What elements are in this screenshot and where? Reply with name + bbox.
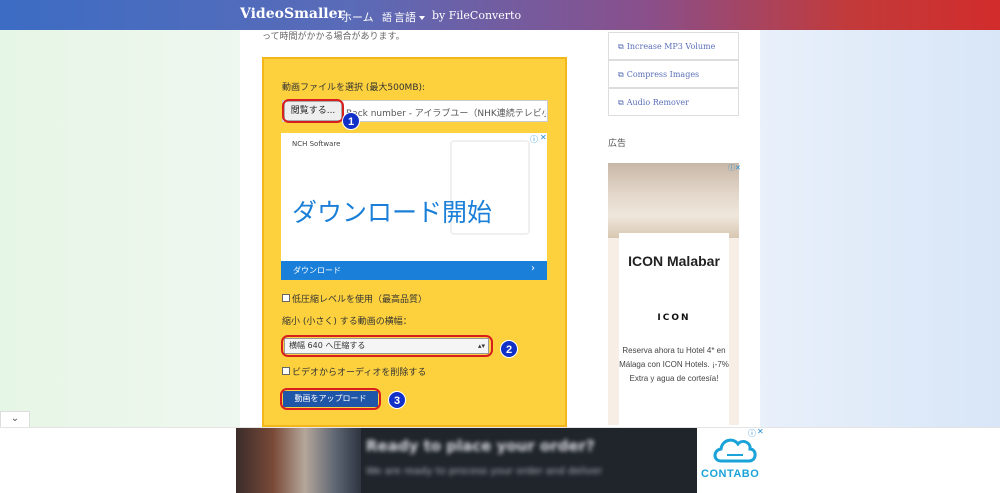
low-compression-checkbox[interactable] xyxy=(282,294,290,302)
sidebar-ad-info-icon[interactable]: ⓘ✕ xyxy=(728,163,741,173)
bottom-ad-headline: Ready to place your order? xyxy=(366,437,595,455)
low-compression-label: 低圧縮レベルを使用（最高品質） xyxy=(292,295,428,305)
nav-language-label: 言語 xyxy=(394,11,416,24)
external-link-icon: ⧉ xyxy=(618,98,624,107)
sidebar-ad-logo: ICON xyxy=(657,313,691,323)
bottom-ad-subtext: We are ready to process your order and d… xyxy=(366,466,603,477)
remove-audio-checkbox[interactable] xyxy=(282,367,290,375)
step-marker-1: 1 xyxy=(342,112,360,130)
ad-close-icon[interactable]: ✕ xyxy=(540,133,547,142)
highlight-upload xyxy=(280,388,381,410)
file-select-label: 動画ファイルを選択 (最大500MB): xyxy=(282,83,426,93)
sidebar-link-increase-mp3-volume[interactable]: ⧉ Increase MP3 Volume xyxy=(608,32,739,60)
external-link-icon: ⧉ xyxy=(618,70,624,79)
remove-audio-label: ビデオからオーディオを削除する xyxy=(292,368,427,378)
step-marker-2: 2 xyxy=(500,340,518,358)
contabo-brand: CONTABO xyxy=(701,468,760,480)
ad-download-button[interactable]: ダウンロード › xyxy=(281,261,547,280)
sidebar-link-label: Audio Remover xyxy=(626,98,689,107)
sidebar-link-compress-images[interactable]: ⧉ Compress Images xyxy=(608,60,739,88)
chevron-right-icon: › xyxy=(531,263,535,274)
external-link-icon: ⧉ xyxy=(618,42,624,51)
sidebar-link-audio-remover[interactable]: ⧉ Audio Remover xyxy=(608,88,739,116)
sidebar-ad-body: Reserva ahora tu Hotel 4* en Málaga con … xyxy=(619,346,729,383)
bottom-ad-info-icon[interactable]: ⓘ xyxy=(748,428,756,439)
ad-info-icon[interactable]: ⓘ xyxy=(530,134,538,145)
brand-logo[interactable]: VideoSmaller xyxy=(240,6,345,22)
intro-text: って時間がかかる場合があります。 xyxy=(262,32,405,42)
sidebar-link-label: Increase MP3 Volume xyxy=(626,42,716,51)
width-label: 縮小 (小さく) する動画の横幅： xyxy=(282,317,412,327)
bottom-ad-image xyxy=(236,428,361,493)
ad-headline: ダウンロード開始 xyxy=(292,198,493,227)
collapse-ad-button[interactable]: ⌄ xyxy=(0,411,30,427)
highlight-width-select xyxy=(281,335,493,357)
nav-fileconverto-link[interactable]: by FileConverto xyxy=(432,9,521,22)
chevron-down-icon: ⌄ xyxy=(10,413,20,424)
nav-home-link[interactable]: ホーム xyxy=(341,9,374,25)
sidebar-ad-photo xyxy=(608,163,739,238)
ad-sponsor-label: NCH Software xyxy=(292,140,341,148)
caret-down-icon xyxy=(419,16,425,20)
top-navbar: VideoSmaller ホーム 語言語 by FileConverto xyxy=(0,0,1000,30)
selected-file-name: Back number - アイラブユー（NHK連続テレビ小説 xyxy=(346,109,546,119)
language-icon: 語 xyxy=(382,13,392,24)
sidebar-link-label: Compress Images xyxy=(626,70,700,79)
step-marker-3: 3 xyxy=(388,391,406,409)
nav-language-dropdown[interactable]: 語言語 xyxy=(382,9,425,25)
sidebar-ad-title: ICON Malabar xyxy=(628,253,720,269)
highlight-browse xyxy=(282,99,344,123)
ads-label: 広告 xyxy=(608,139,627,149)
ad-cta-label: ダウンロード xyxy=(293,266,341,275)
bottom-ad-close-icon[interactable]: ✕ xyxy=(757,427,764,436)
